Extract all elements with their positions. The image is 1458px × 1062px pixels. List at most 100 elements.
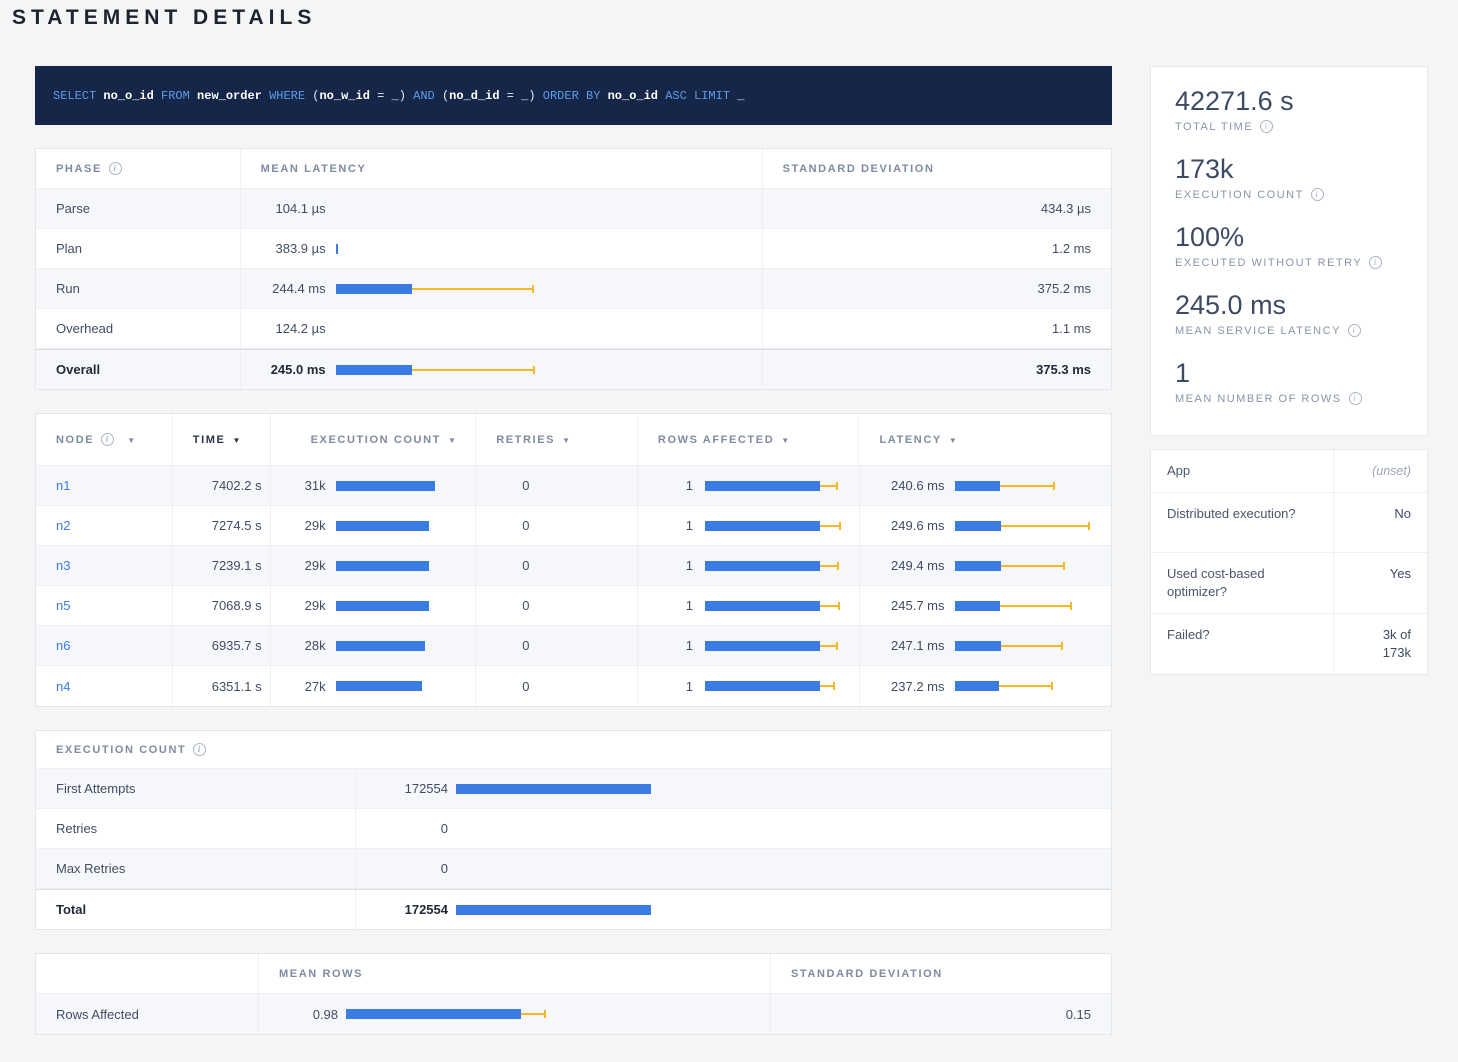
stat-label-text: MEAN NUMBER OF ROWS	[1175, 393, 1342, 405]
stat-value: 245.0 ms	[1175, 289, 1403, 321]
rows-affected-bar	[705, 680, 845, 692]
info-icon[interactable]	[1369, 256, 1382, 269]
info-icon[interactable]	[193, 743, 206, 756]
column-header-rows-affected[interactable]: ROWS AFFECTED	[638, 414, 860, 465]
mean-latency-cell: 244.4 ms	[241, 269, 763, 308]
sql-box: SELECT no_o_id FROM new_order WHERE (no_…	[35, 66, 1112, 125]
node-cell: n3	[36, 546, 173, 585]
latency-cell: 247.1 ms	[860, 626, 1112, 665]
latency-value: 247.1 ms	[860, 638, 945, 653]
node-table-header: NODE TIME EXECUTION COUNT RETRIES ROWS A…	[36, 414, 1111, 466]
node-link[interactable]: n3	[56, 558, 70, 573]
info-icon[interactable]	[1348, 324, 1361, 337]
rows-affected-cell: 1	[638, 506, 860, 545]
mean-rows-bar	[346, 1008, 750, 1020]
node-link[interactable]: n6	[56, 638, 70, 653]
latency-cell: 249.6 ms	[860, 506, 1112, 545]
node-link[interactable]: n4	[56, 679, 70, 694]
info-icon[interactable]	[101, 433, 114, 446]
node-row: n3 7239.1 s 29k 0 1 249.4 ms	[36, 546, 1111, 586]
summary-sidebar: 42271.6 s TOTAL TIME 173k EXECUTION COUN…	[1150, 66, 1428, 675]
execution-count-bar	[336, 560, 462, 572]
stat-value: 173k	[1175, 153, 1403, 185]
exec-row-first-attempts: First Attempts 172554	[36, 769, 1111, 809]
column-label: STANDARD DEVIATION	[791, 968, 943, 980]
execution-count-value: 31k	[271, 478, 326, 493]
exec-value-cell: 0	[356, 809, 1111, 848]
mean-latency-value: 104.1 µs	[241, 201, 326, 216]
detail-value: 3k of 173k	[1333, 614, 1427, 674]
latency-cell: 237.2 ms	[860, 666, 1112, 706]
phase-cell: Overall	[36, 350, 241, 389]
column-label: RETRIES	[496, 434, 555, 446]
time-cell: 7274.5 s	[173, 506, 271, 545]
latency-cell: 245.7 ms	[860, 586, 1112, 625]
exec-label-cell: Retries	[36, 809, 356, 848]
info-icon[interactable]	[1260, 120, 1273, 133]
phase-cell: Run	[36, 269, 241, 308]
column-header-node[interactable]: NODE	[36, 414, 173, 465]
column-header-execution-count[interactable]: EXECUTION COUNT	[271, 414, 477, 465]
column-label: STANDARD DEVIATION	[783, 163, 935, 175]
stat-execution-count: 173k EXECUTION COUNT	[1175, 153, 1403, 221]
stat-label: EXECUTION COUNT	[1175, 188, 1403, 201]
execution-count-cell: 28k	[271, 626, 477, 665]
exec-value-cell: 172554	[356, 769, 1111, 808]
node-link[interactable]: n5	[56, 598, 70, 613]
column-header-time[interactable]: TIME	[173, 414, 271, 465]
rows-affected-table: MEAN ROWS STANDARD DEVIATION Rows Affect…	[35, 953, 1112, 1035]
node-row: n1 7402.2 s 31k 0 1 240.6 ms	[36, 466, 1111, 506]
exec-count-bar	[456, 823, 1091, 835]
mean-latency-cell: 245.0 ms	[241, 350, 763, 389]
phase-row-parse: Parse 104.1 µs 434.3 µs	[36, 189, 1111, 229]
exec-count-bar	[456, 904, 1091, 916]
execution-count-value: 29k	[271, 598, 326, 613]
column-label: EXECUTION COUNT	[311, 434, 441, 446]
detail-row-distributed-execution: Distributed execution? No	[1151, 493, 1427, 553]
phase-table-header: PHASE MEAN LATENCY STANDARD DEVIATION	[36, 149, 1111, 189]
column-header-latency[interactable]: LATENCY	[859, 414, 1111, 465]
phase-cell: Plan	[36, 229, 241, 268]
execution-count-value: 27k	[271, 679, 326, 694]
rows-affected-value: 1	[638, 558, 693, 573]
rows-affected-cell: 1	[638, 586, 860, 625]
node-row: n2 7274.5 s 29k 0 1 249.6 ms	[36, 506, 1111, 546]
execution-count-bar	[336, 520, 462, 532]
stat-label: TOTAL TIME	[1175, 120, 1403, 133]
exec-row-retries: Retries 0	[36, 809, 1111, 849]
execution-count-table-header: EXECUTION COUNT	[36, 731, 1111, 769]
info-icon[interactable]	[1349, 392, 1362, 405]
latency-bar	[336, 323, 742, 335]
detail-value: (unset)	[1333, 450, 1427, 492]
retries-cell: 0	[476, 506, 638, 545]
sql-statement: SELECT no_o_id FROM new_order WHERE (no_…	[53, 89, 744, 103]
rows-affected-row: Rows Affected 0.98 0.15	[36, 994, 1111, 1034]
exec-row-total: Total 172554	[36, 889, 1111, 929]
node-cell: n5	[36, 586, 173, 625]
column-header-retries[interactable]: RETRIES	[476, 414, 638, 465]
detail-value: No	[1333, 493, 1427, 552]
node-link[interactable]: n1	[56, 478, 70, 493]
node-link[interactable]: n2	[56, 518, 70, 533]
column-label: MEAN ROWS	[279, 968, 363, 980]
execution-count-bar	[336, 680, 462, 692]
exec-label-cell: Max Retries	[36, 849, 356, 888]
mean-rows-cell: 0.98	[259, 994, 771, 1034]
stat-label: EXECUTED WITHOUT RETRY	[1175, 256, 1403, 269]
info-icon[interactable]	[109, 162, 122, 175]
phase-row-plan: Plan 383.9 µs 1.2 ms	[36, 229, 1111, 269]
latency-bar	[955, 520, 1096, 532]
sort-desc-icon	[949, 434, 959, 446]
stat-label-text: MEAN SERVICE LATENCY	[1175, 325, 1341, 337]
std-dev-cell: 1.1 ms	[763, 309, 1111, 348]
info-icon[interactable]	[1311, 188, 1324, 201]
rows-affected-bar	[705, 520, 845, 532]
column-label: NODE	[56, 434, 94, 446]
execution-count-table: EXECUTION COUNT First Attempts 172554 Re…	[35, 730, 1112, 930]
stat-mean-service-latency: 245.0 ms MEAN SERVICE LATENCY	[1175, 289, 1403, 357]
phase-row-overhead: Overhead 124.2 µs 1.1 ms	[36, 309, 1111, 349]
exec-label-cell: First Attempts	[36, 769, 356, 808]
node-row: n4 6351.1 s 27k 0 1 237.2 ms	[36, 666, 1111, 706]
execution-count-cell: 27k	[271, 666, 477, 706]
rows-table-header: MEAN ROWS STANDARD DEVIATION	[36, 954, 1111, 994]
